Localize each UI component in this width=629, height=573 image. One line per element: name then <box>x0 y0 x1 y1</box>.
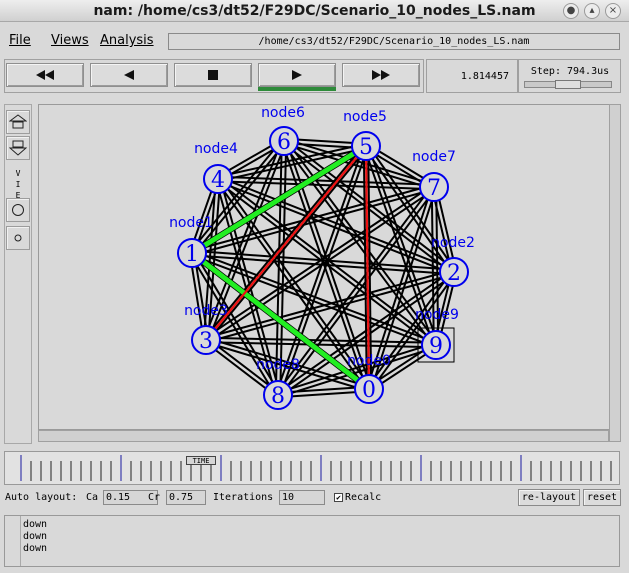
node-id-text: 2 <box>447 261 461 286</box>
horizontal-scrollbar[interactable] <box>38 430 609 442</box>
zoom-out-button[interactable] <box>6 136 30 160</box>
minimize-button[interactable]: ● <box>563 3 579 19</box>
node-label: node5 <box>343 109 387 125</box>
cr-input[interactable]: 0.75 <box>166 490 206 505</box>
file-path-display: /home/cs3/dt52/F29DC/Scenario_10_nodes_L… <box>168 33 620 50</box>
node-label: node7 <box>412 149 456 165</box>
close-button[interactable]: × <box>605 3 621 19</box>
zoom-in-icon <box>9 114 27 129</box>
rewind-button[interactable] <box>6 63 84 87</box>
time-marker[interactable]: TIME <box>186 456 216 465</box>
log-line: down <box>23 519 48 530</box>
layout-circle-button[interactable] <box>6 198 30 222</box>
zoom-in-button[interactable] <box>6 110 30 134</box>
ca-label: Ca <box>86 492 99 503</box>
menu-analysis-label: Analysis <box>100 33 154 48</box>
log-line: down <box>23 531 48 542</box>
recalc-label: Recalc <box>345 492 382 503</box>
play-backward-icon <box>124 70 134 80</box>
timeline-ticks <box>20 455 612 481</box>
auto-layout-label: Auto layout: <box>5 492 78 503</box>
vertical-scrollbar[interactable] <box>609 104 621 442</box>
back-button[interactable] <box>90 63 168 87</box>
step-label: Step: 794.3us <box>530 66 610 77</box>
node-label: node9 <box>415 307 459 323</box>
node-id-text: 6 <box>277 130 291 155</box>
maximize-button[interactable]: ▴ <box>584 3 600 19</box>
relayout-button[interactable]: re-layout <box>518 489 580 506</box>
node-label: node6 <box>261 105 305 121</box>
cr-label: Cr <box>148 492 161 503</box>
node-label: node2 <box>431 235 475 251</box>
fast-forward-icon <box>372 70 390 80</box>
step-slider-thumb[interactable] <box>555 80 581 89</box>
node-label: node8 <box>256 357 300 373</box>
iterations-input[interactable]: 10 <box>279 490 325 505</box>
stop-icon <box>208 70 218 80</box>
node-id-text: 8 <box>271 384 285 409</box>
timeline[interactable] <box>4 451 620 485</box>
iterations-label: Iterations <box>213 492 274 503</box>
fast-rewind-icon <box>36 70 54 80</box>
play-active-indicator <box>258 87 336 91</box>
network-canvas[interactable]: 0 node0 1 node1 2 node2 3 node3 4 node4 5 node5 6 nod… <box>38 104 610 430</box>
log-line: down <box>23 543 48 554</box>
node-label: node4 <box>194 141 238 157</box>
node-id-text: 0 <box>362 378 376 403</box>
menu-views-label: Views <box>51 33 89 48</box>
play-button[interactable] <box>258 63 336 87</box>
zoom-out-icon <box>9 140 27 156</box>
menu-analysis[interactable]: Analysis <box>100 33 154 49</box>
menu-views[interactable]: Views <box>51 33 89 49</box>
circle-icon <box>12 204 24 216</box>
view-letter: V <box>15 169 21 178</box>
window-title: nam: /home/cs3/dt52/F29DC/Scenario_10_no… <box>93 3 536 19</box>
node-id-text: 7 <box>427 176 441 201</box>
node-id-text: 9 <box>429 334 443 359</box>
small-circle-icon <box>14 234 22 242</box>
node-label: node0 <box>347 353 391 369</box>
stop-button[interactable] <box>174 63 252 87</box>
node-id-text: 4 <box>211 168 225 193</box>
recalc-checkbox[interactable]: ✔ <box>334 493 343 502</box>
node-id-text: 5 <box>359 135 373 160</box>
node-label: node1 <box>169 215 213 231</box>
node-dot-button[interactable] <box>6 226 30 250</box>
node-id-text: 1 <box>185 242 199 267</box>
network-graph: 0 node0 1 node1 2 node2 3 node3 4 node4 5 node5 6 nod… <box>169 105 475 410</box>
view-letter: I <box>15 180 21 189</box>
play-forward-icon <box>292 70 302 80</box>
menu-file-label: File <box>9 33 31 48</box>
log-text-area <box>20 516 616 566</box>
fast-forward-button[interactable] <box>342 63 420 87</box>
link-0-2 <box>366 270 454 389</box>
menu-file[interactable]: File <box>9 33 31 49</box>
node-label: node3 <box>184 303 228 319</box>
reset-button[interactable]: reset <box>583 489 621 506</box>
link-4-7 <box>218 175 435 186</box>
node-id-text: 3 <box>199 329 213 354</box>
current-time: 1.814457 <box>426 59 518 93</box>
